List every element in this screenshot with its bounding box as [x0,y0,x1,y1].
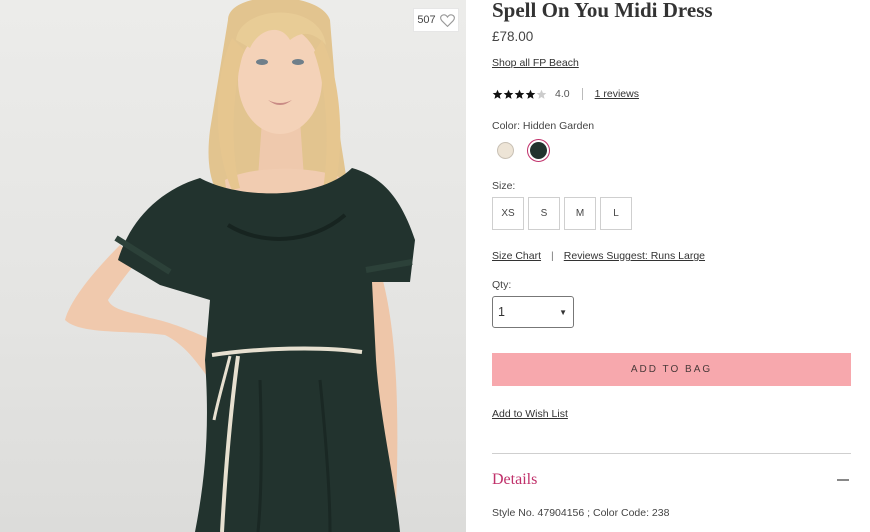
size-option-s[interactable]: S [528,197,560,230]
shop-all-link[interactable]: Shop all FP Beach [492,57,579,69]
quantity-label: Qty: [492,279,512,291]
divider: | [551,250,554,262]
star-rating [492,89,547,100]
size-option-xs[interactable]: XS [492,197,524,230]
star-icon [536,89,547,99]
swatch-dot [497,142,514,159]
add-to-wishlist-link[interactable]: Add to Wish List [492,408,568,420]
size-options: XS S M L [492,197,632,230]
favorite-button[interactable]: 507 [413,8,459,32]
favorites-count: 507 [417,14,436,26]
star-icon [525,89,536,99]
product-title: Spell On You Midi Dress [492,0,713,22]
size-label: Size: [492,180,516,192]
details-accordion-header[interactable]: Details [492,470,851,490]
section-divider [492,453,851,454]
rating-row: 4.0 1 reviews [492,86,639,102]
reviews-link[interactable]: 1 reviews [595,88,639,100]
rating-value: 4.0 [555,88,570,100]
cream-swatch[interactable] [494,139,517,162]
add-to-bag-button[interactable]: ADD TO BAG [492,353,851,386]
size-option-l[interactable]: L [600,197,632,230]
divider [581,88,583,100]
details-title: Details [492,471,538,488]
product-image[interactable]: 507 [0,0,466,532]
fit-note-link[interactable]: Reviews Suggest: Runs Large [564,250,705,262]
quantity-value: 1 [498,305,505,319]
heart-outline-icon [439,13,455,27]
star-icon [492,89,503,99]
model-photo-illustration [65,0,415,532]
size-option-m[interactable]: M [564,197,596,230]
product-price: £78.00 [492,29,534,44]
color-swatches [494,139,550,162]
minus-icon[interactable] [837,479,849,481]
swatch-dot [530,142,547,159]
fit-links: Size Chart | Reviews Suggest: Runs Large [492,249,705,263]
triangle-down-icon: ▼ [559,307,567,317]
star-icon [514,89,525,99]
style-number: Style No. 47904156 ; Color Code: 238 [492,507,670,519]
star-icon [503,89,514,99]
quantity-select[interactable]: 1 ▼ [492,296,574,328]
size-chart-link[interactable]: Size Chart [492,250,541,262]
hidden-garden-swatch[interactable] [527,139,550,162]
color-label: Color: Hidden Garden [492,120,595,132]
